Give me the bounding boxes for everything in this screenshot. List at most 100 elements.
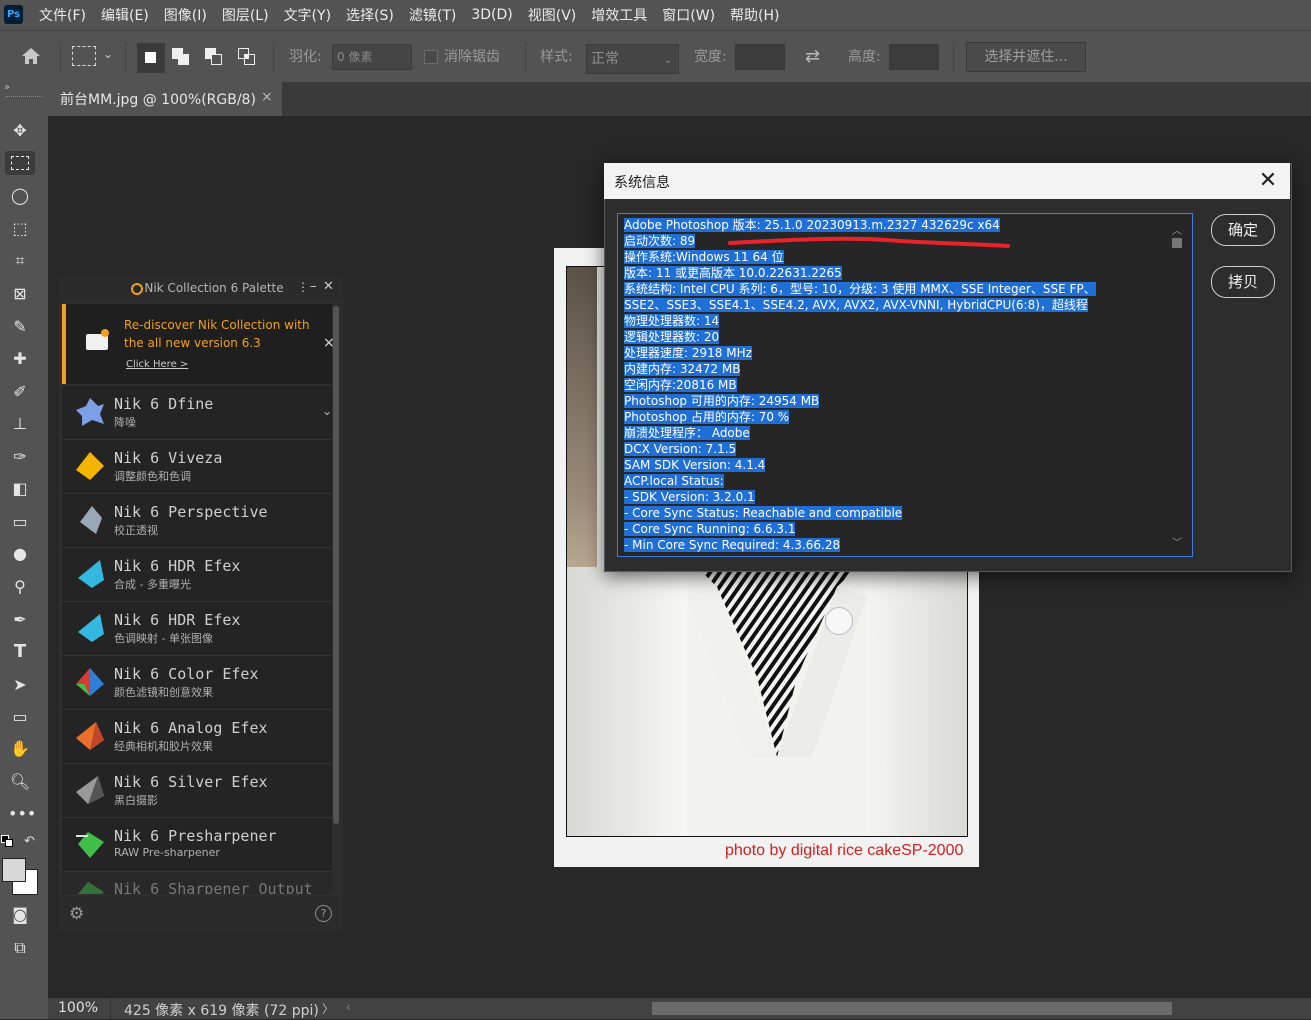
- crop-tool-icon[interactable]: ⌗: [8, 249, 32, 273]
- horizontal-scrollbar-thumb[interactable]: [652, 1002, 1172, 1015]
- info-line: Photoshop 可用的内存: 24954 MB: [624, 394, 820, 408]
- minimize-icon[interactable]: –: [310, 279, 317, 294]
- lasso-tool-icon[interactable]: ◯: [8, 184, 32, 208]
- height-label: 高度:: [848, 49, 881, 65]
- nik-item-subtitle: 降噪: [114, 416, 136, 429]
- move-tool-icon[interactable]: ✥: [8, 119, 32, 143]
- menu-type[interactable]: 文字(Y): [284, 5, 331, 25]
- nik-item-sharpener-output[interactable]: Nik 6 Sharpener Output: [62, 872, 332, 894]
- pen-tool-icon[interactable]: ✒: [8, 608, 32, 632]
- swap-icon[interactable]: ⇄: [805, 46, 820, 67]
- menu-edit[interactable]: 编辑(E): [101, 5, 149, 25]
- nik-scrollbar[interactable]: [333, 306, 339, 824]
- height-input[interactable]: [889, 44, 939, 70]
- rectangle-tool-icon[interactable]: ▭: [8, 705, 32, 729]
- nik-item-analog-efex[interactable]: Nik 6 Analog Efex 经典相机和胶片效果: [62, 710, 332, 764]
- help-icon[interactable]: ?: [315, 905, 332, 922]
- settings-gear-icon[interactable]: ⚙: [69, 904, 84, 924]
- info-line: 空闲内存:20816 MB: [624, 378, 737, 392]
- style-label: 样式:: [540, 49, 573, 65]
- history-brush-icon[interactable]: ✑: [8, 445, 32, 469]
- marquee-tool-icon[interactable]: [5, 151, 35, 175]
- brush-tool-icon[interactable]: ✐: [8, 380, 32, 404]
- healing-brush-icon[interactable]: ✚: [8, 347, 32, 371]
- dodge-tool-icon[interactable]: ⚲: [8, 575, 32, 599]
- quick-mask-icon[interactable]: ◙: [8, 903, 32, 927]
- menu-window[interactable]: 窗口(W): [662, 5, 715, 25]
- close-icon[interactable]: ✕: [1256, 169, 1280, 193]
- scroll-up-icon[interactable]: ︿: [1172, 222, 1182, 237]
- chevron-down-icon[interactable]: ⌄: [103, 47, 113, 61]
- menu-select[interactable]: 选择(S): [346, 5, 394, 25]
- chevron-down-icon[interactable]: ⌄: [322, 404, 332, 418]
- nik-item-perspective[interactable]: Nik 6 Perspective 校正透视: [62, 494, 332, 548]
- copy-button[interactable]: 拷贝: [1211, 266, 1275, 298]
- frame-tool-icon[interactable]: ⊠: [8, 282, 32, 306]
- more-tools-icon[interactable]: •••: [8, 802, 36, 826]
- hand-tool-icon[interactable]: ✋: [8, 737, 32, 761]
- nik-item-name: Nik 6 Color Efex: [114, 665, 259, 683]
- screen-mode-icon[interactable]: ⧉: [8, 936, 32, 960]
- stamp-tool-icon[interactable]: ⊥: [8, 412, 32, 436]
- menu-filter[interactable]: 滤镜(T): [409, 5, 456, 25]
- panel-menu-icon[interactable]: ⋮: [297, 280, 309, 294]
- style-select[interactable]: 正常 ⌄: [586, 44, 679, 74]
- eraser-tool-icon[interactable]: ◧: [8, 477, 32, 501]
- intersect-selection-button[interactable]: [238, 48, 258, 68]
- feather-input[interactable]: 0 像素: [332, 44, 412, 70]
- new-selection-button[interactable]: [137, 43, 165, 73]
- banner-link[interactable]: Click Here >: [126, 359, 188, 370]
- menu-image[interactable]: 图像(I): [164, 5, 207, 25]
- path-select-icon[interactable]: ➤: [8, 673, 32, 697]
- type-tool-icon[interactable]: T: [8, 640, 32, 664]
- close-tab-icon[interactable]: ×: [261, 89, 273, 105]
- menu-help[interactable]: 帮助(H): [730, 5, 779, 25]
- scroll-down-icon[interactable]: ﹀: [1172, 534, 1182, 549]
- zoom-tool-icon[interactable]: 🔍︎: [8, 770, 32, 794]
- nik-item-subtitle: 合成 - 多重曝光: [114, 578, 191, 591]
- select-and-mask-button[interactable]: 选择并遮住...: [966, 42, 1086, 72]
- swap-colors-icon[interactable]: ↶: [24, 834, 35, 849]
- info-line: Adobe Photoshop 版本: 25.1.0 20230913.m.23…: [624, 218, 1000, 232]
- ok-button[interactable]: 确定: [1211, 214, 1275, 246]
- nik-item-hdr-merge[interactable]: Nik 6 HDR Efex 合成 - 多重曝光: [62, 548, 332, 602]
- status-menu-arrow-icon[interactable]: 〉: [322, 1000, 334, 1017]
- nik-item-name: Nik 6 Viveza: [114, 449, 223, 467]
- blur-tool-icon[interactable]: ●: [8, 542, 32, 566]
- menu-layer[interactable]: 图层(L): [222, 5, 269, 25]
- default-colors-icon[interactable]: [1, 835, 13, 847]
- nik-item-silver-efex[interactable]: Nik 6 Silver Efex 黑白摄影: [62, 764, 332, 818]
- scroll-left-icon[interactable]: ‹: [346, 1000, 351, 1014]
- object-select-icon[interactable]: ⬚: [8, 217, 32, 241]
- nik-item-name: Nik 6 Silver Efex: [114, 773, 268, 791]
- nik-item-color-efex[interactable]: Nik 6 Color Efex 颜色滤镜和创意效果: [62, 656, 332, 710]
- nik-item-viveza[interactable]: Nik 6 Viveza 调整颜色和色调: [62, 440, 332, 494]
- scrollbar-thumb[interactable]: [1172, 238, 1182, 248]
- foreground-color-swatch[interactable]: [2, 858, 26, 882]
- close-icon[interactable]: ✕: [323, 279, 334, 294]
- antialias-checkbox[interactable]: [424, 50, 438, 64]
- status-bar: 100% 425 像素 x 619 像素 (72 ppi) 〉 ‹: [48, 998, 1311, 1019]
- nik-item-dfine[interactable]: Nik 6 Dfine 降噪: [62, 386, 332, 440]
- panel-collapse-icon[interactable]: »: [4, 82, 10, 93]
- menu-3d[interactable]: 3D(D): [471, 7, 512, 23]
- document-tab[interactable]: 前台MM.jpg @ 100%(RGB/8) ×: [48, 82, 282, 116]
- menu-plugins[interactable]: 增效工具: [591, 5, 647, 25]
- add-selection-button[interactable]: [172, 48, 192, 68]
- info-line: 崩溃处理程序： Adobe: [624, 426, 750, 440]
- zoom-level[interactable]: 100%: [58, 1000, 98, 1016]
- system-info-textarea[interactable]: Adobe Photoshop 版本: 25.1.0 20230913.m.23…: [617, 213, 1193, 557]
- gradient-tool-icon[interactable]: ▭: [8, 510, 32, 534]
- width-input[interactable]: [735, 44, 785, 70]
- home-icon[interactable]: [18, 44, 44, 68]
- nik-item-presharpener[interactable]: Nik 6 Presharpener RAW Pre-sharpener: [62, 818, 332, 872]
- eyedropper-icon[interactable]: ✎: [8, 315, 32, 339]
- marquee-preset-icon[interactable]: [72, 46, 96, 66]
- subtract-selection-button[interactable]: [205, 48, 225, 68]
- menu-file[interactable]: 文件(F): [39, 5, 86, 25]
- menu-view[interactable]: 视图(V): [528, 5, 577, 25]
- scrollbar-track[interactable]: ︿ ﹀: [1171, 222, 1183, 550]
- dialog-titlebar: 系统信息 ✕: [604, 163, 1290, 199]
- nik-item-hdr-tonemap[interactable]: Nik 6 HDR Efex 色调映射 - 单张图像: [62, 602, 332, 656]
- options-bar: ⌄ 羽化: 0 像素 消除锯齿 样式: 正常 ⌄ 宽度: ⇄ 高度: 选择并遮住…: [0, 30, 1311, 83]
